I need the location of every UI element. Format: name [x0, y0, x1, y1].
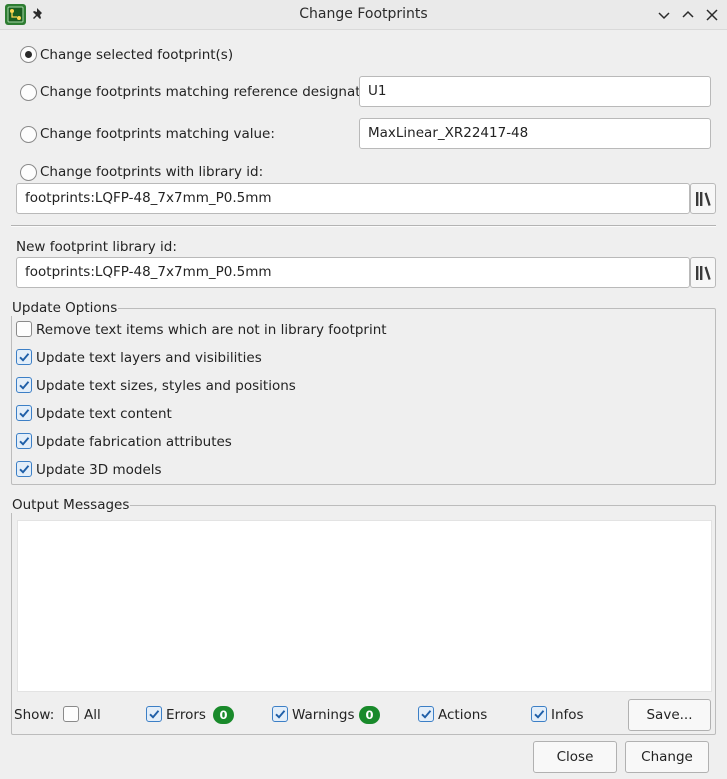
filter-all-checkbox[interactable]	[63, 706, 79, 722]
remove-text-label[interactable]: Remove text items which are not in libra…	[36, 322, 387, 338]
fabrication-attributes-label[interactable]: Update fabrication attributes	[36, 434, 232, 450]
checkbox-text-layers[interactable]	[16, 349, 32, 365]
checkmark-icon	[421, 710, 432, 719]
checkbox-text-sizes[interactable]	[16, 377, 32, 393]
output-messages-list[interactable]	[17, 520, 712, 692]
filter-actions-checkbox[interactable]	[418, 706, 434, 722]
filter-actions-label[interactable]: Actions	[438, 707, 487, 723]
text-content-label[interactable]: Update text content	[36, 406, 172, 422]
checkbox-3d-models[interactable]	[16, 461, 32, 477]
value-input[interactable]: MaxLinear_XR22417-48	[359, 118, 711, 149]
filter-errors-label[interactable]: Errors	[166, 707, 206, 723]
radio-library-id[interactable]	[20, 164, 37, 181]
checkmark-icon	[19, 353, 30, 362]
window-title: Change Footprints	[299, 6, 428, 22]
library-browse-icon	[696, 266, 711, 280]
filter-infos-label[interactable]: Infos	[551, 707, 584, 723]
checkbox-text-content[interactable]	[16, 405, 32, 421]
3d-models-label[interactable]: Update 3D models	[36, 462, 162, 478]
errors-count-badge: 0	[213, 706, 234, 724]
close-icon[interactable]	[704, 7, 720, 23]
update-options-title: Update Options	[11, 300, 119, 316]
close-button[interactable]: Close	[533, 741, 617, 773]
checkmark-icon	[534, 710, 545, 719]
save-button[interactable]: Save...	[628, 699, 711, 731]
checkmark-icon	[19, 465, 30, 474]
filter-warnings-checkbox[interactable]	[272, 706, 288, 722]
output-messages-title: Output Messages	[11, 497, 131, 513]
checkbox-remove-text[interactable]	[16, 321, 32, 337]
text-layers-label[interactable]: Update text layers and visibilities	[36, 350, 262, 366]
checkmark-icon	[19, 409, 30, 418]
radio-value[interactable]	[20, 126, 37, 143]
filter-warnings-label[interactable]: Warnings	[292, 707, 355, 723]
filter-infos-checkbox[interactable]	[531, 706, 547, 722]
filter-errors-checkbox[interactable]	[146, 706, 162, 722]
checkmark-icon	[275, 710, 286, 719]
show-label: Show:	[14, 707, 55, 723]
text-sizes-label[interactable]: Update text sizes, styles and positions	[36, 378, 296, 394]
change-button[interactable]: Change	[625, 741, 709, 773]
checkbox-fabrication-attributes[interactable]	[16, 433, 32, 449]
checkmark-icon	[19, 437, 30, 446]
radio-selected-label[interactable]: Change selected footprint(s)	[40, 47, 233, 63]
new-footprint-label: New footprint library id:	[16, 239, 177, 255]
ref-designator-input[interactable]: U1	[359, 76, 711, 107]
radio-library-id-label[interactable]: Change footprints with library id:	[40, 164, 263, 180]
radio-value-label[interactable]: Change footprints matching value:	[40, 126, 275, 142]
library-browse-icon	[696, 192, 711, 206]
radio-ref-designator-label[interactable]: Change footprints matching reference des…	[40, 84, 379, 100]
library-id-input[interactable]: footprints:LQFP-48_7x7mm_P0.5mm	[16, 183, 690, 214]
checkmark-icon	[19, 381, 30, 390]
separator	[11, 225, 716, 227]
radio-ref-designator[interactable]	[20, 84, 37, 101]
new-footprint-input[interactable]: footprints:LQFP-48_7x7mm_P0.5mm	[16, 257, 690, 288]
filter-all-label[interactable]: All	[84, 707, 101, 723]
browse-library-button[interactable]	[690, 183, 716, 214]
warnings-count-badge: 0	[359, 706, 380, 724]
maximize-icon[interactable]	[680, 7, 696, 23]
checkmark-icon	[149, 710, 160, 719]
title-bar: Change Footprints	[0, 0, 727, 30]
minimize-icon[interactable]	[656, 7, 672, 23]
browse-new-footprint-button[interactable]	[690, 257, 716, 288]
radio-selected[interactable]	[20, 46, 37, 63]
